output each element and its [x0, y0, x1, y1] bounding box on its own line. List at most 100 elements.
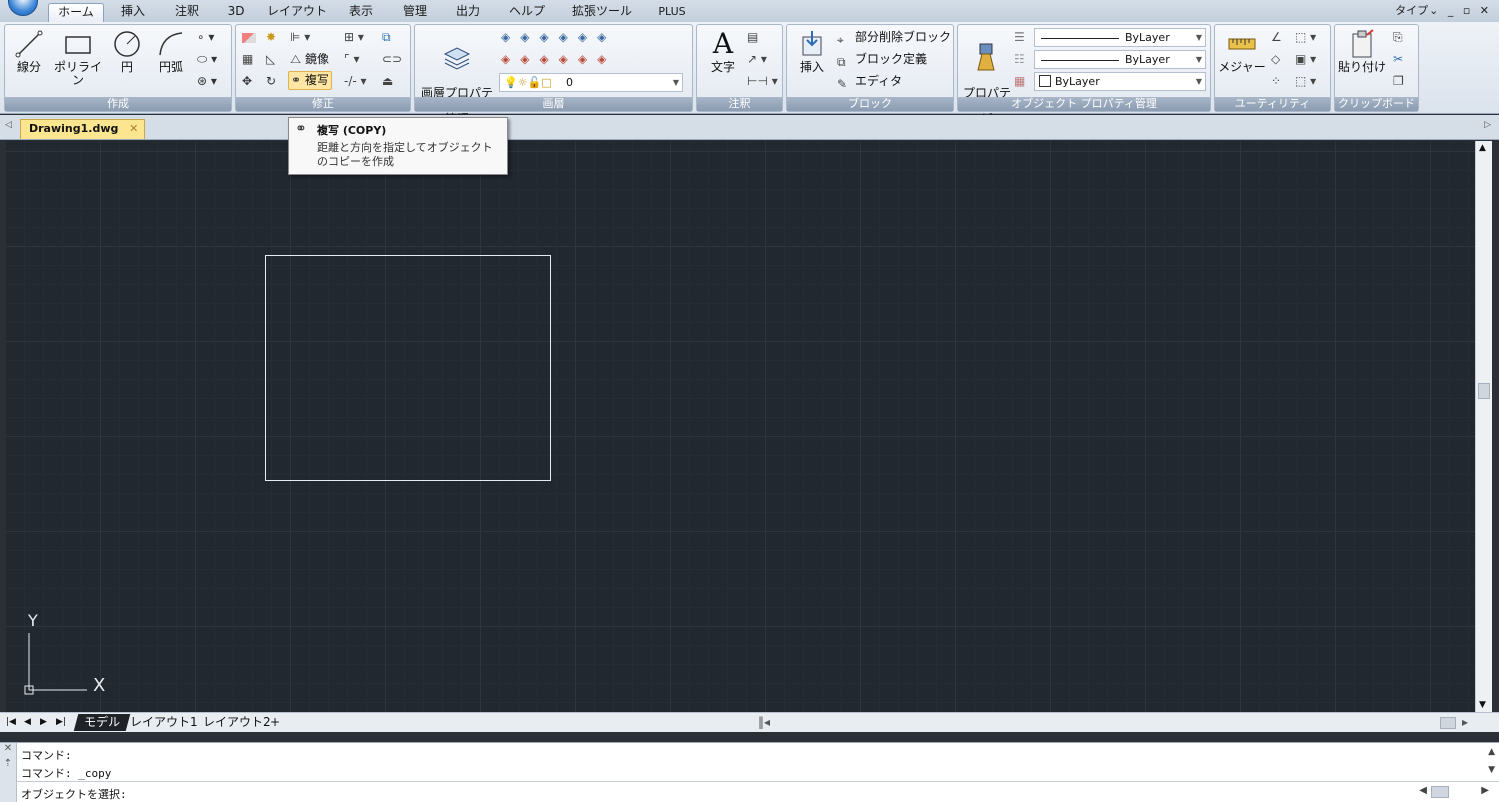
panel-layers-title[interactable]: 画層 [415, 97, 692, 111]
group-icon[interactable]: ▣ ▾ [1295, 49, 1316, 69]
close-icon[interactable]: ✕ [0, 743, 16, 754]
tab-plus[interactable]: PLUS [654, 3, 690, 22]
scale-button[interactable]: ⧉ [382, 27, 391, 47]
measure-button[interactable]: メジャー [1217, 29, 1267, 74]
linetype-dropdown[interactable]: ByLayer ▼ [1034, 28, 1206, 47]
tab-scroll-right-icon[interactable]: ▷ [1484, 120, 1491, 130]
layer-properties-button[interactable]: 画層プロパティ 管理 [417, 29, 497, 126]
stretch-button[interactable]: ◺ [266, 49, 275, 69]
command-input[interactable]: オブジェクトを選択: ◀ ▶ [17, 781, 1499, 802]
fillet-button[interactable]: ⌜ ▾ [344, 49, 359, 69]
move-button[interactable]: ✥ [242, 71, 252, 91]
hscroll-right-icon[interactable]: ▸ [1462, 715, 1468, 729]
close-tab-icon[interactable]: ✕ [129, 120, 138, 138]
hscroll-thumb[interactable] [1440, 717, 1456, 729]
panel-utilities-title[interactable]: ユーティリティ [1215, 97, 1330, 111]
panel-properties-title[interactable]: オブジェクト プロパティ管理 [958, 97, 1210, 111]
color-dropdown[interactable]: ByLayer ▼ [1034, 72, 1206, 91]
type-dropdown[interactable]: タイプ [1395, 4, 1428, 17]
drawn-rectangle[interactable] [265, 255, 551, 481]
layer-tools-row-1[interactable]: ◈◈◈◈◈◈ [501, 27, 616, 47]
erase-button[interactable] [242, 27, 258, 47]
match-properties-button[interactable]: プロパティ コピー [960, 29, 1014, 126]
polyline-button[interactable]: ポリライン [51, 29, 105, 87]
copy-icon[interactable]: ❐ [1393, 71, 1404, 91]
pin-icon[interactable]: ⇡ [0, 758, 16, 769]
leader-button[interactable]: ↗ ▾ [747, 49, 767, 69]
scroll-up-icon[interactable]: ▲ [1488, 747, 1495, 757]
application-menu-button[interactable] [8, 0, 38, 16]
tab-help[interactable]: ヘルプ [505, 3, 549, 22]
layer-dropdown[interactable]: 💡☼🔓□ 0 ▼ [499, 73, 683, 92]
tab-layout2[interactable]: レイアウト2 [203, 714, 271, 731]
select-all-icon[interactable]: ⬚ ▾ [1295, 71, 1316, 91]
next-layout-icon[interactable]: ▶ [40, 714, 47, 731]
arc-button[interactable]: 円弧 [151, 29, 191, 74]
paste-button[interactable]: 貼り付け [1337, 29, 1387, 74]
cut-icon[interactable]: ✂ [1393, 49, 1403, 69]
tab-output[interactable]: 出力 [450, 3, 486, 22]
copy-clip-icon[interactable]: ⎘ [1393, 27, 1403, 47]
tab-model[interactable]: モデル [73, 714, 131, 731]
tab-home[interactable]: ホーム [48, 3, 104, 22]
scroll-up-icon[interactable]: ▲ [1479, 143, 1486, 153]
layer-tools-row-2[interactable]: ◈◈◈◈◈◈ [501, 49, 616, 69]
point-coords-icon[interactable]: ⁘ [1271, 71, 1281, 91]
offset-button[interactable]: ▦ [242, 49, 253, 69]
vertical-scrollbar[interactable]: ▲ ▼ [1475, 141, 1492, 712]
block-editor-button[interactable]: ✎ エディタ [837, 71, 902, 91]
panel-modify-title[interactable]: 修正 [236, 97, 410, 111]
hatch-button[interactable]: ⊛ ▾ [197, 71, 217, 91]
minimize-icon[interactable]: _ [1448, 4, 1454, 17]
tab-annotate[interactable]: 注釈 [169, 3, 205, 22]
tab-scroll-left-icon[interactable]: ◁ [5, 120, 12, 130]
rotate-button[interactable]: ↻ [266, 71, 276, 91]
partial-delete-block-button[interactable]: ⌖ 部分削除ブロック [837, 27, 951, 47]
close-icon[interactable]: ✕ [1480, 4, 1489, 17]
dimension-button[interactable]: ⊢⊣ ▾ [747, 71, 778, 91]
point-button[interactable]: ∘ ▾ [197, 27, 214, 47]
restore-icon[interactable]: ▫ [1463, 4, 1470, 17]
angle-icon[interactable]: ∠ [1271, 27, 1282, 47]
drawing-canvas[interactable]: Y X [6, 141, 1475, 712]
panel-clipboard-title[interactable]: クリップボード [1335, 97, 1418, 111]
align-button[interactable]: ⊫ ▾ [290, 27, 310, 47]
tab-manage[interactable]: 管理 [397, 3, 433, 22]
tab-extensions[interactable]: 拡張ツール [566, 3, 638, 22]
insert-block-button[interactable]: 挿入 [791, 29, 833, 74]
copy-button[interactable]: ⚭ 複写 [288, 71, 332, 90]
lineweight-dropdown[interactable]: ByLayer ▼ [1034, 50, 1206, 69]
quick-select-icon[interactable]: ⬚ ▾ [1295, 27, 1316, 47]
panel-draw-title[interactable]: 作成 [5, 97, 231, 111]
tab-layout1[interactable]: レイアウト1 [130, 714, 198, 731]
table-button[interactable]: ▤ [747, 27, 758, 47]
first-layout-icon[interactable]: |◀ [6, 714, 16, 731]
tab-insert[interactable]: 挿入 [115, 3, 151, 22]
scroll-down-icon[interactable]: ▼ [1488, 765, 1495, 775]
tab-layout[interactable]: レイアウト [266, 3, 328, 22]
tab-3d[interactable]: 3D [222, 3, 250, 22]
cmd-hscroll-thumb[interactable] [1431, 786, 1449, 798]
trim-button[interactable]: -/- ▾ [344, 71, 367, 91]
mirror-button[interactable]: ⧍ 鏡像 [290, 49, 329, 69]
hscroll-divider[interactable]: ‖◂ [758, 715, 770, 729]
array-button[interactable]: ⊞ ▾ [344, 27, 364, 47]
panel-block-title[interactable]: ブロック [787, 97, 953, 111]
id-point-icon[interactable]: ◇ [1271, 49, 1280, 69]
hscroll-left-icon[interactable]: ◀ [1419, 785, 1427, 796]
add-layout-button[interactable]: + [270, 714, 280, 731]
prev-layout-icon[interactable]: ◀ [24, 714, 31, 731]
scroll-thumb[interactable] [1478, 383, 1490, 399]
document-tab[interactable]: Drawing1.dwg ✕ [20, 119, 146, 139]
ellipse-button[interactable]: ⬭ ▾ [197, 49, 217, 69]
line-button[interactable]: 線分 [11, 29, 47, 74]
last-layout-icon[interactable]: ▶| [56, 714, 66, 731]
command-line-handle[interactable]: ✕ ⇡ [0, 743, 17, 802]
text-button[interactable]: A 文字 [701, 29, 745, 74]
scroll-down-icon[interactable]: ▼ [1479, 700, 1486, 710]
join-button[interactable]: ⊂⊃ [382, 49, 402, 69]
define-block-button[interactable]: ⧉ ブロック定義 [837, 49, 927, 69]
tab-view[interactable]: 表示 [343, 3, 379, 22]
explode-button[interactable]: ✸ [266, 27, 276, 47]
circle-button[interactable]: 円 [109, 29, 145, 74]
